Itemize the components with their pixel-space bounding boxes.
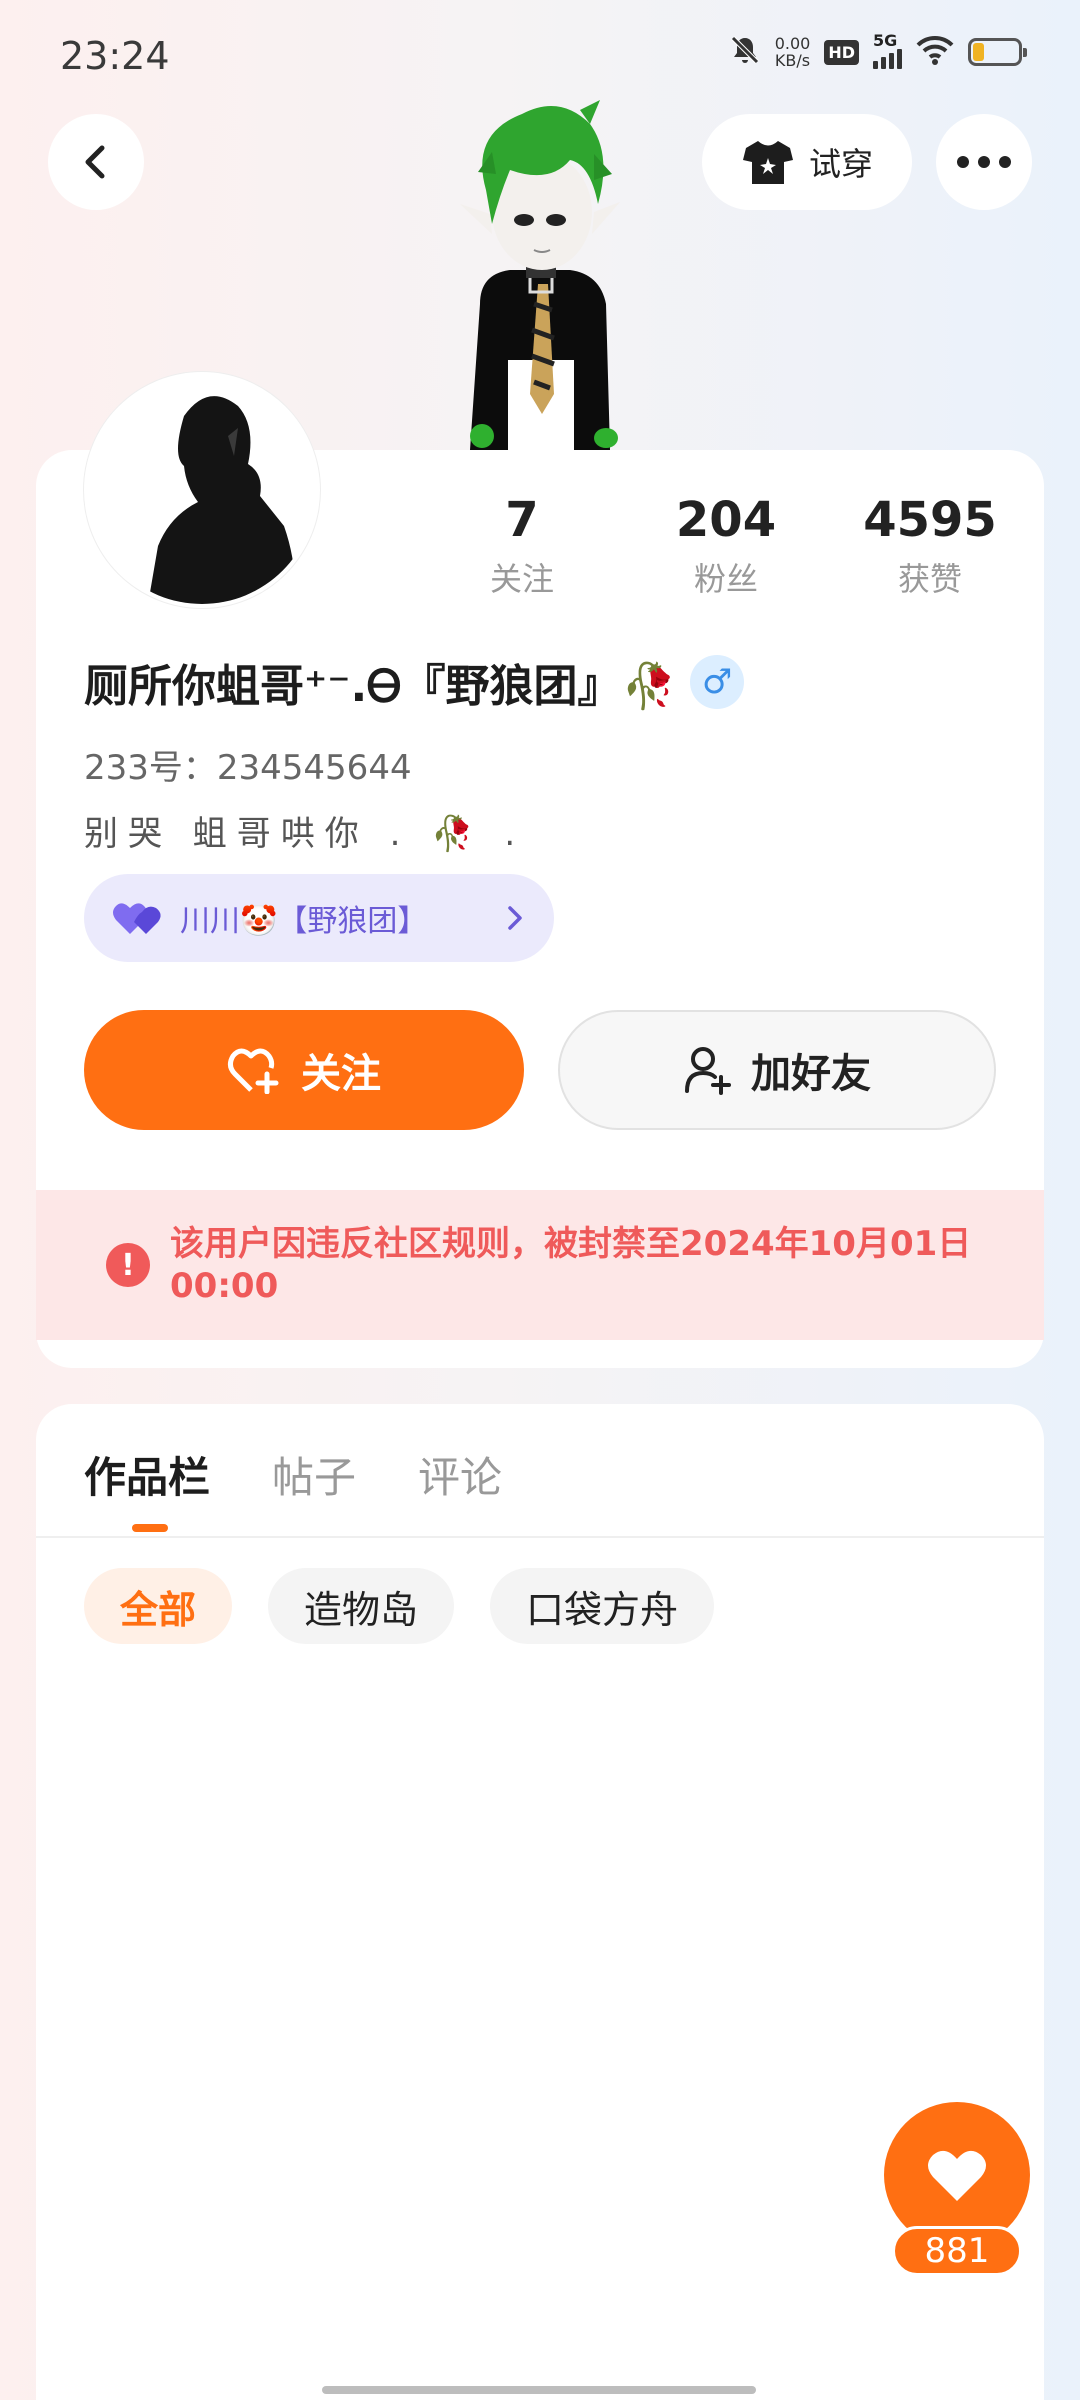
ban-notice-text: 该用户因违反社区规则，被封禁至2024年10月01日 00:00 [170, 1224, 972, 1306]
content-tabs: 作品栏 帖子 评论 [84, 1444, 502, 1505]
stat-following[interactable]: 7 关注 [420, 492, 624, 600]
stats-row: 7 关注 204 粉丝 4595 获赞 [420, 492, 1050, 600]
stat-value: 4595 [863, 492, 997, 548]
double-heart-icon [113, 903, 161, 934]
status-icons: 0.00 KB/s HD 5G [729, 31, 1027, 70]
stat-label: 关注 [489, 560, 554, 598]
tab-works[interactable]: 作品栏 [84, 1444, 210, 1505]
net-speed-value: 0.00 [774, 34, 811, 53]
profile-page: 23:24 0.00 KB/s HD 5G 试穿 7 关注 204 粉丝 459… [0, 0, 1080, 2400]
signal-icon: 5G [873, 31, 902, 69]
stat-likes[interactable]: 4595 获赞 [828, 492, 1032, 600]
add-user-icon [685, 1047, 731, 1095]
nickname: 厕所你蛆哥⁺⁻.Ꮎ『野狼团』🥀 [84, 661, 677, 712]
mute-icon [729, 34, 761, 70]
filter-chip-pocket-ark[interactable]: 口袋方舟 [490, 1568, 715, 1644]
net-speed: 0.00 KB/s [775, 35, 811, 69]
stat-value: 204 [675, 492, 777, 548]
try-on-label: 试穿 [808, 145, 873, 183]
more-dots-icon [957, 156, 1011, 168]
follow-button[interactable]: 关注 [84, 1010, 524, 1130]
chevron-left-icon [85, 145, 105, 179]
filter-chips: 全部 造物岛 口袋方舟 [84, 1568, 715, 1644]
like-count: 881 [892, 2226, 1022, 2276]
cp-label: 川川🤡【野狼团】 [180, 904, 428, 939]
avatar[interactable] [84, 372, 320, 608]
stat-value: 7 [505, 492, 539, 548]
network-type: 5G [873, 31, 898, 50]
battery-icon [968, 38, 1027, 66]
active-tab-indicator [132, 1524, 168, 1532]
back-button[interactable] [48, 114, 144, 210]
more-button[interactable] [936, 114, 1032, 210]
male-gender-icon: ♂ [690, 655, 745, 709]
ban-notice: ! 该用户因违反社区规则，被封禁至2024年10月01日 00:00 [36, 1190, 1044, 1340]
tab-comments[interactable]: 评论 [418, 1444, 502, 1505]
heart-plus-icon [227, 1048, 279, 1094]
add-friend-button[interactable]: 加好友 [558, 1010, 996, 1130]
heart-icon [928, 2150, 986, 2201]
try-on-button[interactable]: 试穿 [702, 114, 912, 210]
stat-label: 粉丝 [693, 560, 758, 598]
stat-label: 获赞 [897, 560, 962, 598]
bio: 别哭 蛆哥哄你 . 🥀 . [84, 814, 526, 854]
chevron-right-icon [508, 906, 522, 930]
wifi-icon [916, 35, 954, 69]
tab-divider [36, 1536, 1044, 1538]
alert-icon: ! [106, 1243, 150, 1287]
filter-chip-all[interactable]: 全部 [84, 1568, 233, 1644]
add-friend-label: 加好友 [751, 1051, 871, 1097]
filter-chip-creation-island[interactable]: 造物岛 [268, 1568, 455, 1644]
tab-posts[interactable]: 帖子 [272, 1444, 356, 1505]
hd-icon: HD [824, 39, 859, 65]
home-indicator[interactable] [322, 2386, 756, 2394]
follow-label: 关注 [301, 1051, 381, 1097]
cp-relation-pill[interactable]: 川川🤡【野狼团】 [84, 874, 554, 962]
net-speed-unit: KB/s [774, 51, 811, 70]
user-id: 233号：234545644 [84, 748, 412, 788]
avatar-figure[interactable] [430, 94, 650, 450]
stat-fans[interactable]: 204 粉丝 [624, 492, 828, 600]
shirt-icon [742, 141, 793, 184]
status-time: 23:24 [60, 34, 170, 78]
nickname-row: 厕所你蛆哥⁺⁻.Ꮎ『野狼团』🥀 ♂ [84, 650, 745, 714]
